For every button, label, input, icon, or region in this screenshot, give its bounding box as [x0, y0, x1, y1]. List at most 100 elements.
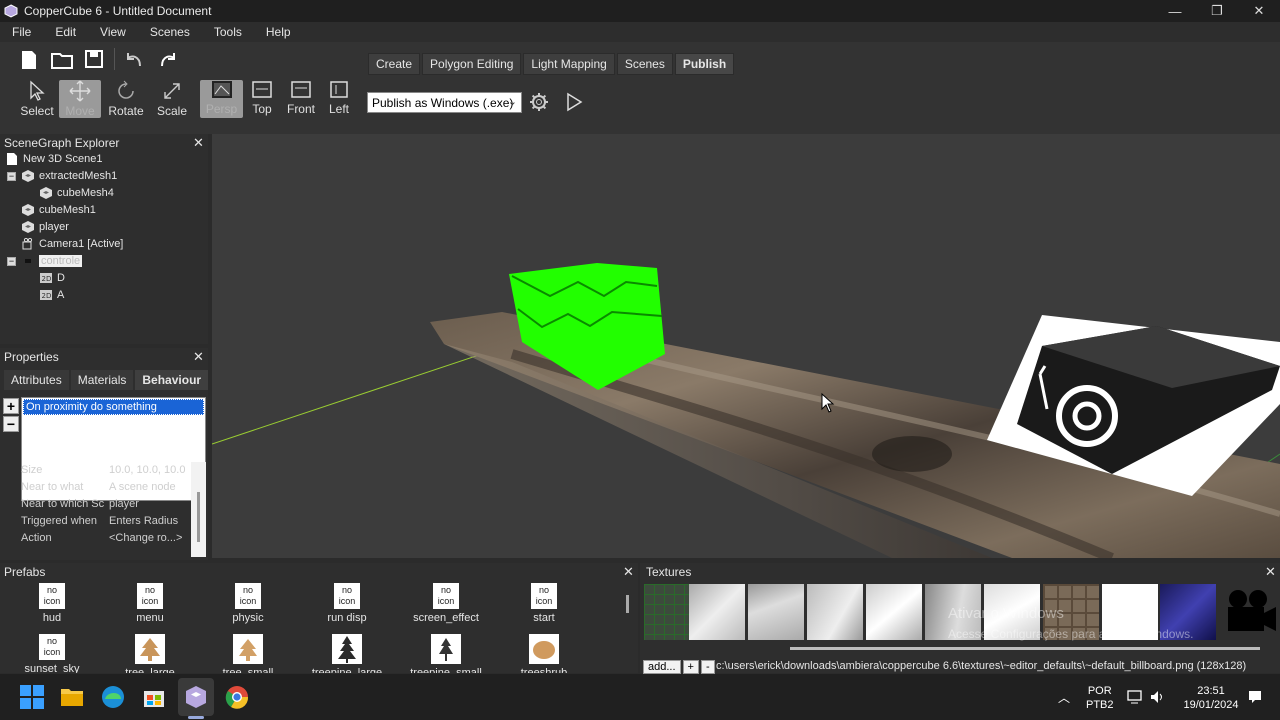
chrome-browser-icon[interactable]	[223, 683, 251, 711]
view-left-button[interactable]: Left	[319, 80, 359, 116]
microsoft-store-icon[interactable]	[140, 683, 168, 711]
view-top-button[interactable]: Top	[242, 80, 282, 116]
close-icon[interactable]: ✕	[623, 564, 634, 580]
3d-viewport[interactable]	[212, 134, 1280, 558]
tree-node-controle[interactable]: controle	[22, 253, 83, 269]
move-tool-button[interactable]: Move	[59, 80, 101, 118]
open-folder-icon[interactable]	[50, 50, 74, 70]
scale-tool-button[interactable]: Scale	[152, 80, 192, 118]
property-row[interactable]: Size 10.0, 10.0, 10.0	[21, 464, 201, 476]
svg-text:2D: 2D	[42, 292, 52, 300]
remove-button[interactable]: -	[700, 660, 715, 674]
network-icon[interactable]	[1127, 690, 1143, 704]
menu-tools[interactable]: Tools	[206, 25, 250, 39]
shrub-icon	[529, 634, 559, 664]
property-row[interactable]: Near to which Sc player	[21, 498, 201, 510]
notifications-icon[interactable]	[1248, 690, 1262, 704]
menu-file[interactable]: File	[4, 25, 39, 39]
texture-thumbnail[interactable]	[689, 584, 745, 640]
clock[interactable]: 23:51 19/01/2024	[1176, 684, 1246, 712]
tab-behaviour[interactable]: Behaviour	[135, 370, 209, 390]
property-row[interactable]: Near to what A scene node	[21, 481, 201, 493]
windows-start-icon[interactable]	[18, 683, 46, 711]
tab-scenes[interactable]: Scenes	[616, 53, 673, 75]
prefab-item[interactable]: no icon sunset_sky	[2, 634, 102, 673]
prefab-item[interactable]: treeshrub	[494, 634, 594, 673]
textures-scrollbar[interactable]	[790, 647, 1260, 650]
texture-thumbnail[interactable]	[748, 584, 804, 640]
file-explorer-icon[interactable]	[58, 683, 86, 711]
close-icon[interactable]: ✕	[193, 349, 204, 365]
texture-buttons: add... + -	[643, 660, 717, 674]
tree-node-player[interactable]: player	[22, 219, 69, 235]
view-persp-button[interactable]: Persp	[200, 80, 243, 118]
activation-watermark-title: Ativar o Windows	[948, 605, 1064, 622]
prefab-item[interactable]: no icon hud	[2, 583, 102, 624]
tree-node-scene[interactable]: New 3D Scene1	[6, 151, 103, 167]
left-view-icon	[330, 81, 348, 98]
tree-node-a[interactable]: 2D A	[40, 287, 64, 303]
tree-node-camera1[interactable]: Camera1 [Active]	[22, 236, 123, 252]
minimize-button[interactable]: —	[1154, 0, 1196, 22]
add-behaviour-button[interactable]: +	[3, 398, 19, 414]
property-row[interactable]: Triggered when Enters Radius	[21, 515, 201, 527]
properties-scrollbar[interactable]	[191, 462, 206, 557]
prefab-item[interactable]: treepine_large	[297, 634, 397, 673]
prefab-item[interactable]: no icon start	[494, 583, 594, 624]
texture-thumbnail[interactable]	[807, 584, 863, 640]
collapse-toggle[interactable]: −	[7, 172, 16, 181]
prefab-item[interactable]: treepine_small	[396, 634, 496, 673]
tab-create[interactable]: Create	[368, 53, 421, 75]
texture-thumbnail[interactable]	[866, 584, 922, 640]
menu-edit[interactable]: Edit	[47, 25, 84, 39]
prefab-item[interactable]: tree_large	[100, 634, 200, 673]
prefab-item[interactable]: no icon run disp	[297, 583, 397, 624]
tab-materials[interactable]: Materials	[70, 370, 134, 390]
tab-publish[interactable]: Publish	[674, 53, 735, 75]
prefab-item[interactable]: no icon menu	[100, 583, 200, 624]
tab-light-mapping[interactable]: Light Mapping	[523, 53, 615, 75]
edge-browser-icon[interactable]	[99, 683, 127, 711]
property-row[interactable]: Action <Change ro...>	[21, 532, 201, 544]
tree-node-cubemesh1[interactable]: cubeMesh1	[22, 202, 96, 218]
select-tool-button[interactable]: Select	[17, 80, 57, 118]
view-front-button[interactable]: Front	[281, 80, 321, 116]
gear-icon[interactable]	[529, 92, 549, 112]
close-window-button[interactable]: ✕	[1238, 0, 1280, 22]
tab-polygon-editing[interactable]: Polygon Editing	[422, 53, 522, 75]
save-icon[interactable]	[84, 49, 104, 69]
texture-path: c:\users\erick\downloads\ambiera\copperc…	[716, 660, 1247, 672]
close-icon[interactable]: ✕	[193, 135, 204, 151]
new-document-icon[interactable]	[20, 50, 38, 70]
redo-icon[interactable]	[158, 50, 178, 68]
maximize-button[interactable]: ❐	[1196, 0, 1238, 22]
menu-help[interactable]: Help	[258, 25, 299, 39]
play-icon[interactable]	[565, 92, 583, 112]
add-texture-button[interactable]: add...	[643, 660, 681, 674]
remove-behaviour-button[interactable]: −	[3, 416, 19, 432]
chevron-up-icon[interactable]: ︿	[1058, 689, 1070, 706]
tree-node-d[interactable]: 2D D	[40, 270, 65, 286]
tree-node-extractedmesh1[interactable]: extractedMesh1	[22, 168, 117, 184]
menu-scenes[interactable]: Scenes	[142, 25, 198, 39]
close-icon[interactable]: ✕	[1265, 564, 1276, 580]
textures-title: Textures	[646, 565, 692, 579]
volume-icon[interactable]	[1150, 690, 1166, 704]
input-language-indicator[interactable]: POR PTB2	[1086, 684, 1114, 712]
prefab-item[interactable]: no icon physic	[198, 583, 298, 624]
menu-view[interactable]: View	[92, 25, 134, 39]
rotate-icon	[118, 80, 134, 99]
prefabs-scrollbar[interactable]	[626, 595, 629, 613]
tab-attributes[interactable]: Attributes	[4, 370, 69, 390]
rotate-tool-button[interactable]: Rotate	[106, 80, 146, 118]
behaviour-item[interactable]: On proximity do something	[23, 399, 204, 415]
add-button[interactable]: +	[682, 660, 699, 674]
prefab-item[interactable]: tree_small	[198, 634, 298, 673]
collapse-toggle[interactable]: −	[7, 257, 16, 266]
coppercube-app-icon[interactable]	[182, 683, 210, 711]
tree-node-cubemesh4[interactable]: cubeMesh4	[40, 185, 114, 201]
prefab-item[interactable]: no icon screen_effect	[396, 583, 496, 624]
window-title: CopperCube 6 - Untitled Document	[24, 4, 212, 18]
publish-target-select[interactable]: Publish as Windows (.exe) ⌄	[367, 92, 522, 113]
undo-icon[interactable]	[124, 50, 144, 68]
